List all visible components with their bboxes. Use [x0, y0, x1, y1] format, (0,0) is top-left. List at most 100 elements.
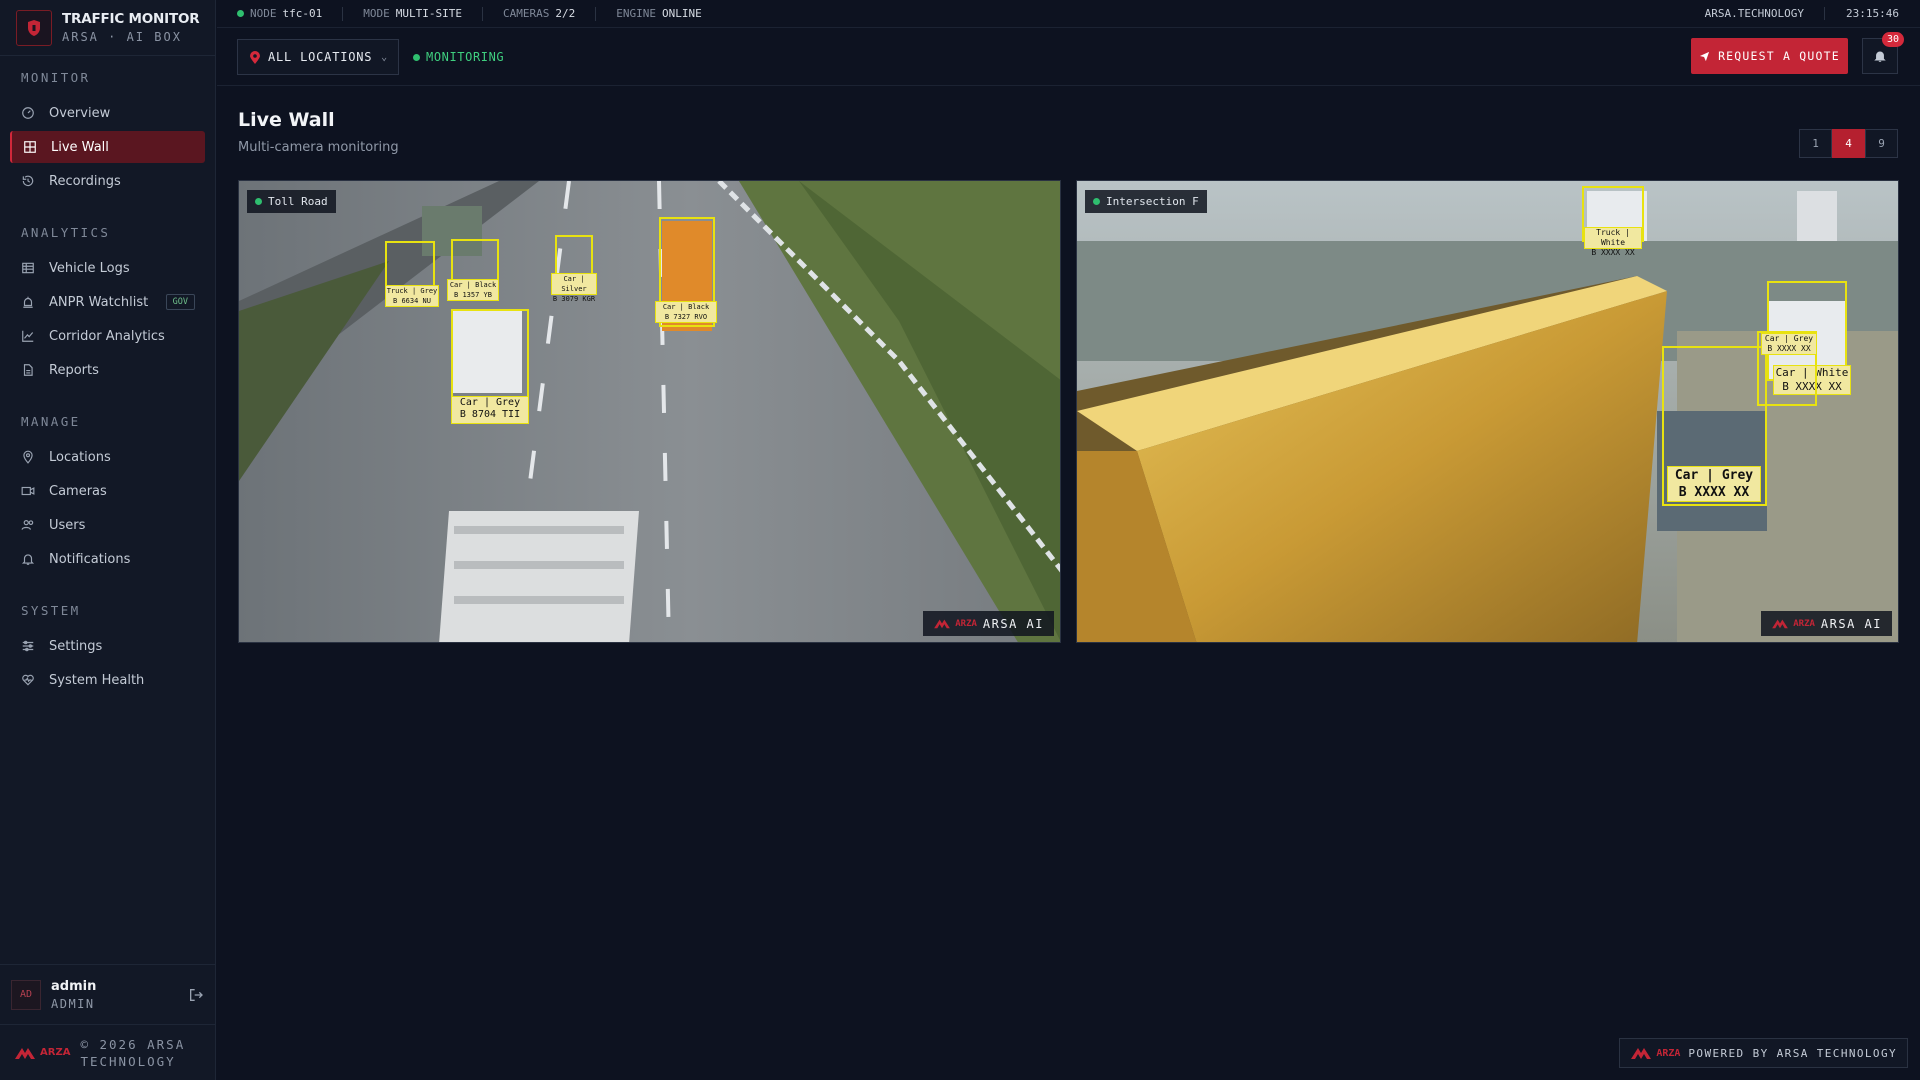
sidebar-item-locations[interactable]: Locations	[10, 441, 205, 473]
live-dot	[1093, 198, 1100, 205]
app-subtitle: ARSA · AI BOX	[62, 30, 182, 44]
site-name: ARSA.TECHNOLOGY	[1705, 7, 1826, 20]
status-mode: MODE MULTI-SITE	[343, 6, 483, 21]
heart-icon	[22, 674, 34, 686]
camera-tile-toll-road[interactable]: Toll Road Car | Grey B 8704 TII Car | Bla…	[238, 180, 1061, 643]
mini-logo-text: ARZA	[955, 618, 977, 629]
powered-by-badge[interactable]: ARZA POWERED BY ARSA TECHNOLOGY	[1619, 1038, 1908, 1068]
status-cameras: CAMERAS 2/2	[483, 6, 597, 21]
sidebar-item-label: Live Wall	[51, 139, 109, 155]
detection-box	[385, 241, 435, 289]
powered-by-label: POWERED BY ARSA TECHNOLOGY	[1688, 1046, 1897, 1060]
users-icon	[21, 520, 34, 530]
logout-icon[interactable]	[188, 987, 204, 1003]
location-select[interactable]: ALL LOCATIONS ⌄	[237, 39, 399, 75]
monitoring-label: MONITORING	[426, 50, 505, 64]
request-quote-label: REQUEST A QUOTE	[1718, 49, 1840, 63]
status-node-label: NODE	[250, 7, 277, 20]
pin-icon	[23, 450, 33, 464]
camera-feed-image	[1077, 181, 1898, 642]
camera-watermark: ARZA ARSA AI	[923, 611, 1054, 636]
arsa-logo-icon	[1631, 1048, 1652, 1059]
detection-label: Car | Silver B 3079 KGR	[551, 273, 597, 303]
sidebar-item-vehicle-logs[interactable]: Vehicle Logs	[10, 252, 205, 284]
nav-section-manage: MANAGE	[21, 414, 81, 429]
sidebar-item-label: Notifications	[49, 551, 131, 567]
sidebar-item-live-wall[interactable]: Live Wall	[10, 131, 205, 163]
sidebar-item-notifications[interactable]: Notifications	[10, 543, 205, 575]
user-role: ADMIN	[51, 996, 95, 1011]
status-engine-value: ONLINE	[661, 7, 702, 20]
grid-option-4[interactable]: 4	[1832, 129, 1865, 158]
sidebar-item-cameras[interactable]: Cameras	[10, 475, 205, 507]
detection-label: Truck | White B XXXX XX	[1584, 227, 1642, 257]
status-bar: NODE tfc-01 MODE MULTI-SITE CAMERAS 2/2 …	[217, 0, 1920, 28]
file-icon	[23, 364, 33, 376]
table-icon	[22, 262, 34, 274]
camera-feed-image	[239, 181, 1060, 642]
bell-icon	[1874, 51, 1886, 62]
shield-logo-icon	[16, 9, 52, 46]
camera-name: Toll Road	[268, 195, 328, 208]
detection-box	[451, 239, 499, 281]
gauge-icon	[22, 107, 34, 119]
avatar[interactable]: AD	[11, 979, 41, 1010]
status-engine: ENGINE ONLINE	[596, 7, 722, 21]
location-select-value: ALL LOCATIONS	[268, 50, 373, 64]
grid-option-9[interactable]: 9	[1865, 129, 1898, 158]
video-icon	[21, 486, 35, 496]
chevron-down-icon: ⌄	[381, 51, 388, 63]
toolbar: ALL LOCATIONS ⌄ MONITORING REQUEST A QUO…	[217, 29, 1920, 86]
grid-option-1[interactable]: 1	[1799, 129, 1832, 158]
detection-box	[451, 309, 529, 399]
gov-badge: GOV	[165, 294, 195, 310]
arsa-logo-icon	[934, 619, 951, 629]
sidebar-item-label: ANPR Watchlist	[49, 294, 149, 310]
clock: 23:15:46	[1846, 7, 1899, 20]
arsa-logo-icon	[15, 1047, 35, 1059]
status-mode-label: MODE	[363, 7, 390, 20]
camera-watermark-label: ARSA AI	[1820, 616, 1882, 631]
camera-label: Toll Road	[247, 190, 336, 213]
notifications-button[interactable]: 30	[1862, 32, 1904, 74]
user-block: AD admin ADMIN	[0, 964, 216, 1024]
nav-section-monitor: MONITOR	[21, 70, 91, 85]
request-quote-button[interactable]: REQUEST A QUOTE	[1691, 38, 1848, 74]
page-subtitle: Multi-camera monitoring	[238, 140, 399, 155]
page-title: Live Wall	[238, 109, 335, 131]
user-name: admin	[51, 978, 97, 994]
mini-logo-text: ARZA	[1656, 1047, 1681, 1059]
sidebar-item-recordings[interactable]: Recordings	[10, 165, 205, 197]
sidebar-footer: ARZA © 2026 ARSA TECHNOLOGY	[0, 1024, 216, 1080]
pin-icon	[250, 50, 260, 64]
status-cameras-label: CAMERAS	[502, 7, 550, 20]
camera-watermark-label: ARSA AI	[982, 616, 1044, 631]
sidebar-item-settings[interactable]: Settings	[10, 630, 205, 662]
sidebar-item-reports[interactable]: Reports	[10, 354, 205, 386]
copyright-line1: © 2026 ARSA	[80, 1036, 186, 1052]
grid-icon	[24, 141, 36, 153]
sidebar-item-label: Corridor Analytics	[49, 328, 165, 344]
status-cameras-value: 2/2	[555, 7, 576, 20]
sidebar: TRAFFIC MONITOR ARSA · AI BOX MONITOR Ov…	[0, 0, 216, 1080]
mini-logo-text: ARZA	[40, 1047, 71, 1058]
grid-layout-toggle: 1 4 9	[1799, 129, 1898, 158]
status-engine-label: ENGINE	[616, 7, 656, 20]
sidebar-item-overview[interactable]: Overview	[10, 97, 205, 129]
copyright-line2: TECHNOLOGY	[80, 1053, 176, 1069]
bell-icon	[21, 554, 35, 565]
sidebar-item-users[interactable]: Users	[10, 509, 205, 541]
mini-logo-text: ARZA	[1793, 618, 1815, 629]
sidebar-item-system-health[interactable]: System Health	[10, 664, 205, 696]
sidebar-item-corridor-analytics[interactable]: Corridor Analytics	[10, 320, 205, 352]
detection-box	[555, 235, 593, 275]
sidebar-item-label: Users	[49, 517, 86, 533]
sidebar-item-label: Settings	[49, 638, 103, 654]
sidebar-item-label: Locations	[49, 449, 111, 465]
detection-label: Car | Black B 1357 YB	[447, 279, 499, 301]
send-icon	[1699, 51, 1710, 61]
camera-tile-intersection-f[interactable]: Intersection F Car | Grey B XXXX XX Car |…	[1076, 180, 1899, 643]
sidebar-item-anpr-watchlist[interactable]: ANPR Watchlist GOV	[10, 286, 205, 318]
brand: TRAFFIC MONITOR ARSA · AI BOX	[0, 0, 215, 56]
notification-count-badge: 30	[1881, 32, 1904, 47]
